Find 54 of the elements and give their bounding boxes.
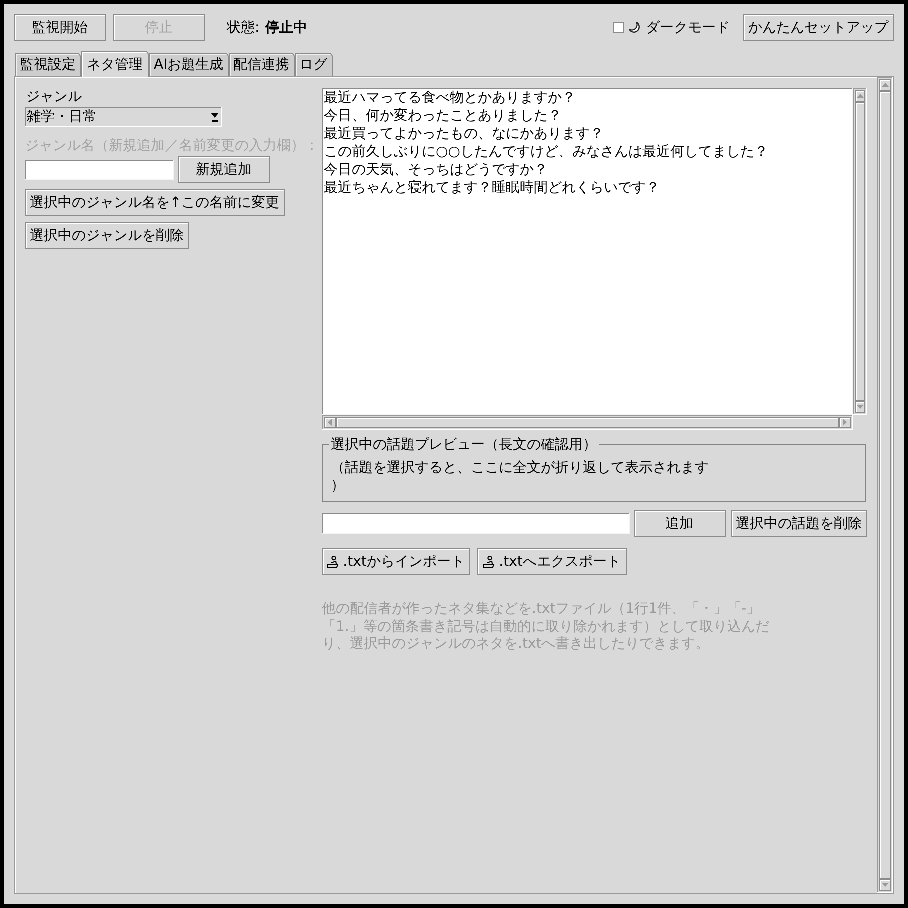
- delete-topic-button[interactable]: 選択中の話題を削除: [730, 510, 867, 537]
- down-arrow-icon: [856, 405, 864, 409]
- left-arrow-icon: [328, 419, 332, 426]
- topic-field[interactable]: [322, 513, 630, 534]
- up-arrow-icon: [882, 83, 888, 87]
- rename-genre-button[interactable]: 選択中のジャンル名を↑この名前に変更: [25, 189, 285, 216]
- topic-item[interactable]: 今日の天気、そっちはどうですか？: [324, 161, 851, 179]
- horizontal-scrollbar[interactable]: [322, 415, 853, 430]
- status-label: 状態:: [227, 18, 260, 36]
- scroll-left-button[interactable]: [324, 417, 336, 428]
- import-button[interactable]: .txtからインポート: [322, 548, 470, 575]
- dark-mode-label: ダークモード: [646, 18, 730, 36]
- tab[interactable]: ログ: [294, 53, 333, 76]
- up-arrow-icon: [856, 94, 864, 98]
- topic-item[interactable]: 最近買ってよかったもの、なにかあります？: [324, 125, 851, 143]
- dark-mode-checkbox[interactable]: [613, 22, 624, 33]
- scroll-down-button[interactable]: [879, 879, 891, 891]
- topic-list[interactable]: 最近ハマってる食べ物とかありますか？ 今日、何か変わったことありました？ 最近買ってよかったもの、なにかあります？ この前久しぶりに○○したんですけど、みなさんは最近何してました？ 今日の天気、そっちはどうですか？ 最近ちゃんと寝れてます？睡眠時間どれくらいです？: [322, 88, 853, 415]
- dropdown-arrow-icon: [211, 112, 219, 122]
- preview-text: （話題を選択すると、ここに全文が折り返して表示されます）: [331, 459, 710, 495]
- tab[interactable]: ネタ管理: [81, 51, 149, 77]
- tab[interactable]: AIお題生成: [149, 53, 229, 76]
- scroll-down-button[interactable]: [855, 401, 865, 413]
- delete-genre-button[interactable]: 選択中のジャンルを削除: [25, 222, 189, 249]
- genre-name-field[interactable]: [25, 160, 174, 180]
- export-button[interactable]: .txtへエクスポート: [477, 548, 627, 575]
- scroll-right-button[interactable]: [839, 417, 851, 428]
- vertical-scrollbar[interactable]: [877, 77, 893, 893]
- scrollbar-thumb[interactable]: [879, 91, 891, 879]
- moon-icon: [629, 22, 640, 33]
- scroll-up-button[interactable]: [879, 79, 891, 91]
- help-text: 他の配信者が作ったネタ集などを.txtファイル（1行1件、「・」「-」「1.」等の箇条書き記号は自動的に取り除かれます）として取り込んだり、選択中のジャンルのネタを.txtへ書き出したりできます。: [322, 601, 770, 654]
- add-genre-button[interactable]: 新規追加: [178, 156, 270, 183]
- down-arrow-icon: [882, 883, 888, 887]
- preview-title: 選択中の話題プレビュー（長文の確認用）: [330, 437, 598, 453]
- status-value: 停止中: [266, 18, 308, 36]
- topic-item[interactable]: 最近ハマってる食べ物とかありますか？: [324, 89, 851, 107]
- tab[interactable]: 監視設定: [15, 53, 81, 76]
- topic-item[interactable]: この前久しぶりに○○したんですけど、みなさんは最近何してました？: [324, 143, 851, 161]
- topic-item[interactable]: 今日、何か変わったことありました？: [324, 107, 851, 125]
- right-arrow-icon: [843, 419, 847, 426]
- scrollbar-thumb[interactable]: [855, 102, 865, 401]
- start-monitoring-button[interactable]: 監視開始: [14, 14, 106, 41]
- scroll-up-button[interactable]: [855, 90, 865, 102]
- vertical-scrollbar[interactable]: [853, 88, 867, 415]
- add-topic-button[interactable]: 追加: [634, 510, 726, 537]
- tab[interactable]: 配信連携: [228, 53, 295, 76]
- person-tray-icon: [483, 556, 496, 568]
- topic-item[interactable]: 最近ちゃんと寝れてます？睡眠時間どれくらいです？: [324, 179, 851, 197]
- scrollbar-thumb[interactable]: [336, 417, 839, 428]
- genre-dropdown[interactable]: 雑学・日常: [25, 107, 222, 127]
- easy-setup-button[interactable]: かんたんセットアップ: [743, 14, 894, 41]
- genre-label: ジャンル: [26, 88, 82, 106]
- person-tray-icon: [327, 556, 340, 568]
